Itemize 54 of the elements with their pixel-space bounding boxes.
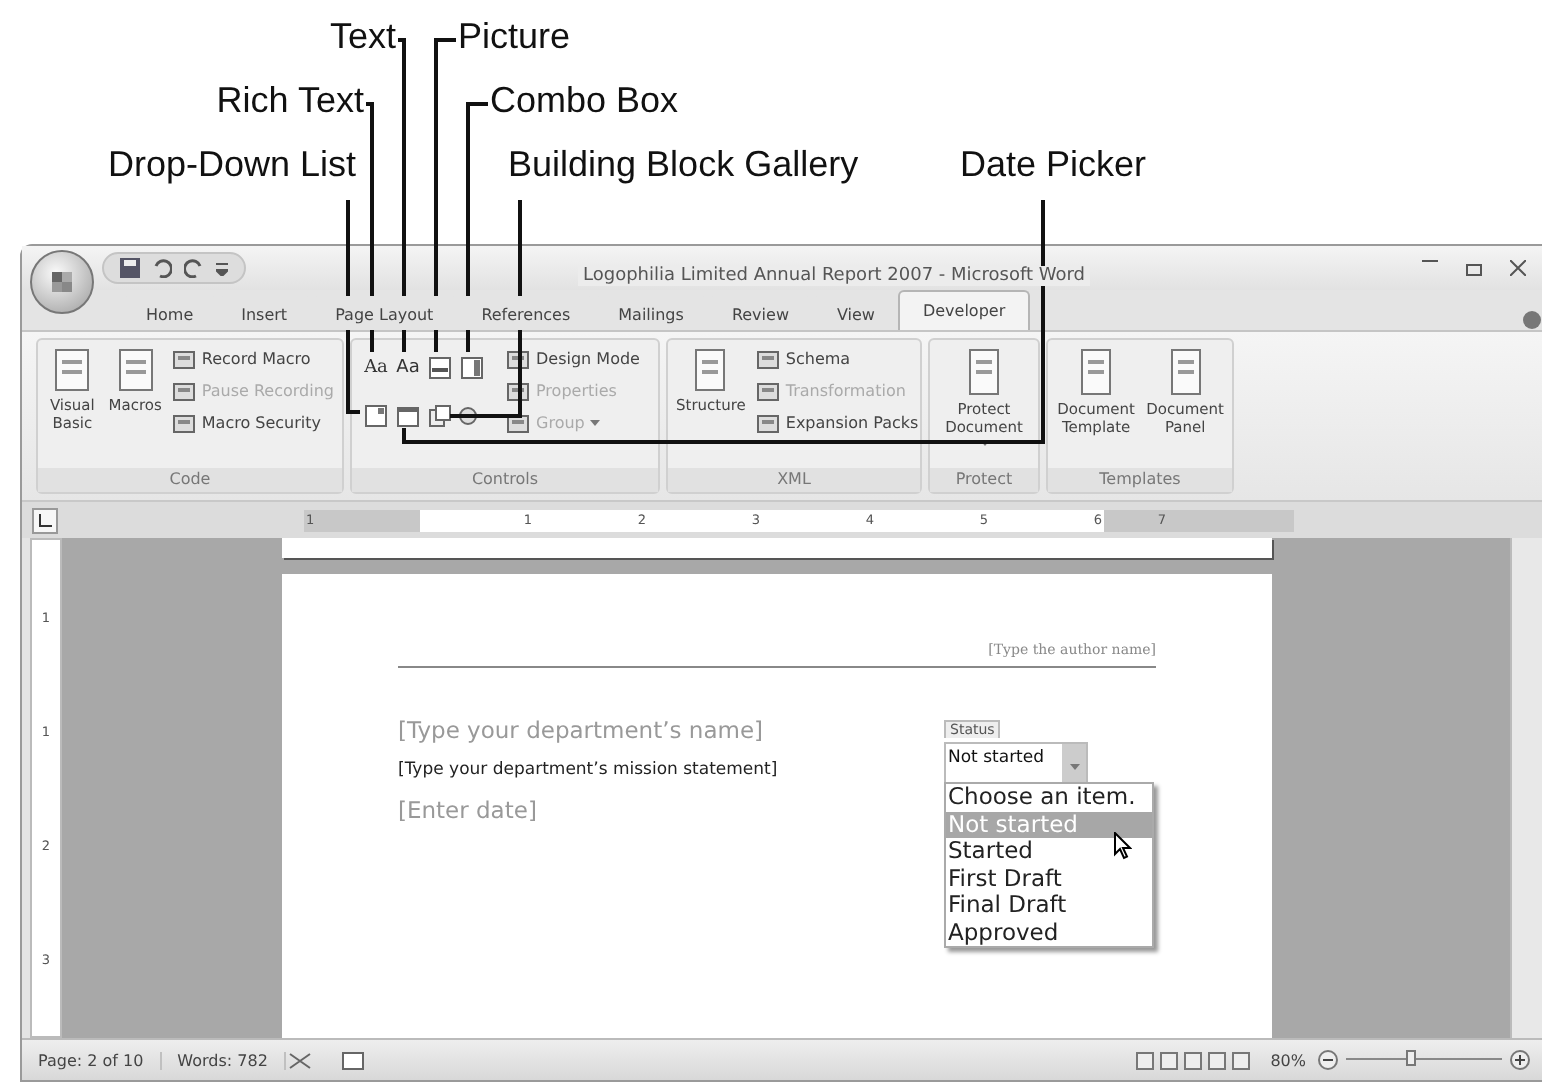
group-label: XML	[668, 468, 920, 492]
cursor-icon	[1114, 832, 1132, 860]
control-glyph[interactable]: Aa	[364, 358, 388, 378]
zoom-level[interactable]: 80%	[1270, 1051, 1306, 1069]
calendar-icon	[396, 404, 420, 428]
save-icon	[120, 258, 140, 278]
close-icon	[1510, 260, 1526, 276]
callout-label: Combo Box	[490, 80, 679, 122]
macro-record-icon	[341, 1050, 364, 1070]
list-icon	[364, 404, 388, 428]
dropdown-option[interactable]: First Draft	[946, 865, 1152, 892]
help-icon	[1522, 310, 1542, 330]
caret-icon	[1069, 764, 1079, 772]
combo-box-icon	[460, 356, 484, 380]
ribbon-button[interactable]: Expansion Packs	[755, 408, 919, 438]
logo-icon	[50, 270, 74, 294]
ribbon-button[interactable]: Design Mode	[506, 344, 640, 374]
window-title: Logophilia Limited Annual Report 2007 - Microsoft Word	[577, 265, 1091, 285]
tab-stop-icon	[38, 513, 52, 527]
callout-label: Date Picker	[960, 144, 1147, 186]
callout-label: Drop-Down List	[107, 144, 356, 186]
callout-label: Text	[329, 16, 396, 58]
tab-selector[interactable]	[32, 507, 58, 533]
office-button[interactable]	[30, 250, 94, 314]
mission-placeholder[interactable]: [Type your department’s mission statement]	[398, 760, 778, 780]
dropdown-option[interactable]: Started	[946, 838, 1152, 865]
group-label: Templates	[1048, 468, 1232, 492]
ribbon-button[interactable]: Record Macro	[171, 344, 334, 374]
minimize-icon	[1422, 260, 1438, 262]
dropdown-option[interactable]: Approved	[946, 919, 1152, 946]
redo-icon	[184, 258, 204, 278]
word-count[interactable]: Words: 782	[161, 1051, 286, 1069]
callout-label: Building Block Gallery	[508, 144, 859, 186]
gallery-icon	[428, 404, 452, 428]
ribbon-button[interactable]: Macro Security	[171, 408, 334, 438]
ribbon-button[interactable]: Schema	[755, 344, 919, 374]
caret-icon	[590, 419, 601, 427]
zoom-thumb[interactable]	[1406, 1050, 1417, 1066]
dropdown-option[interactable]: Final Draft	[946, 892, 1152, 919]
callout-label: Picture	[458, 16, 571, 58]
customize-icon	[216, 260, 228, 276]
zoom-out-icon	[1318, 1050, 1338, 1070]
ribbon-tab[interactable]: Developer	[898, 290, 1030, 330]
group-label: Code	[38, 468, 342, 492]
control-glyph[interactable]: Aa	[396, 358, 420, 378]
group-label: Controls	[352, 468, 658, 492]
page-count[interactable]: Page: 2 of 10	[22, 1051, 162, 1069]
undo-icon	[152, 258, 172, 278]
callout-label: Rich Text	[216, 80, 364, 122]
group-label: Protect	[930, 468, 1038, 492]
maximize-icon	[1466, 260, 1482, 276]
picture-control-icon	[428, 356, 452, 380]
dropdown-option[interactable]: Choose an item.	[946, 784, 1152, 811]
zoom-in-icon	[1510, 1050, 1530, 1070]
